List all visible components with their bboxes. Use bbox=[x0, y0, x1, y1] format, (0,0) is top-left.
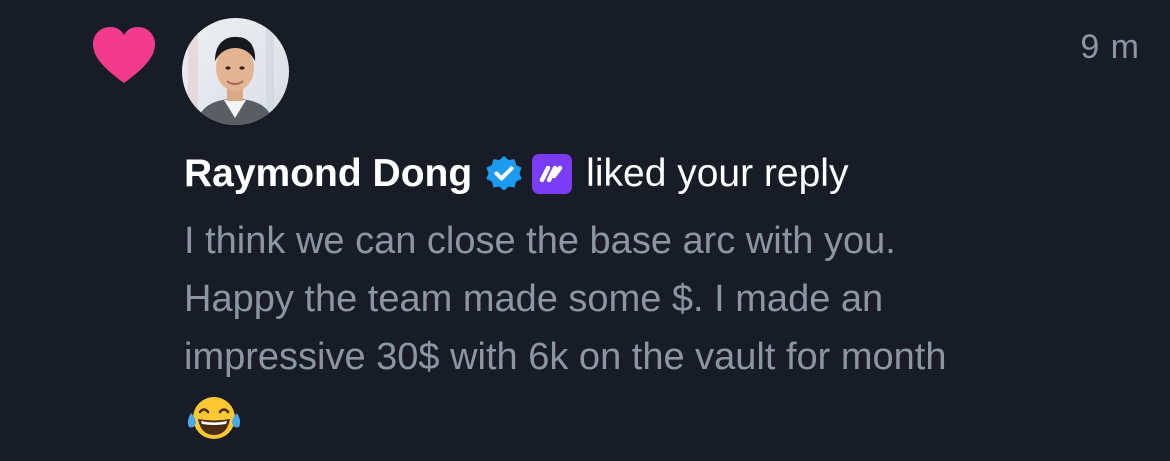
action-text: liked your reply bbox=[586, 152, 849, 195]
laughing-tears-emoji-icon bbox=[187, 397, 241, 439]
timestamp: 9 m bbox=[1080, 28, 1140, 66]
heart-icon bbox=[93, 27, 155, 83]
user-name[interactable]: Raymond Dong bbox=[184, 152, 472, 196]
avatar[interactable] bbox=[182, 18, 289, 125]
reply-line: I think we can close the base arc with y… bbox=[184, 220, 896, 262]
verified-badge-icon bbox=[486, 156, 522, 191]
reply-line: Happy the team made some $. I made an bbox=[184, 278, 884, 320]
affiliate-logo-icon[interactable] bbox=[532, 154, 573, 194]
like-notification[interactable]: 9 m Raymond Dong liked your reply I thin… bbox=[0, 0, 1170, 461]
notification-headline: Raymond Dong liked your reply bbox=[184, 148, 848, 200]
reply-text[interactable]: I think we can close the base arc with y… bbox=[184, 212, 1144, 386]
reply-line: impressive 30$ with 6k on the vault for … bbox=[184, 336, 947, 378]
